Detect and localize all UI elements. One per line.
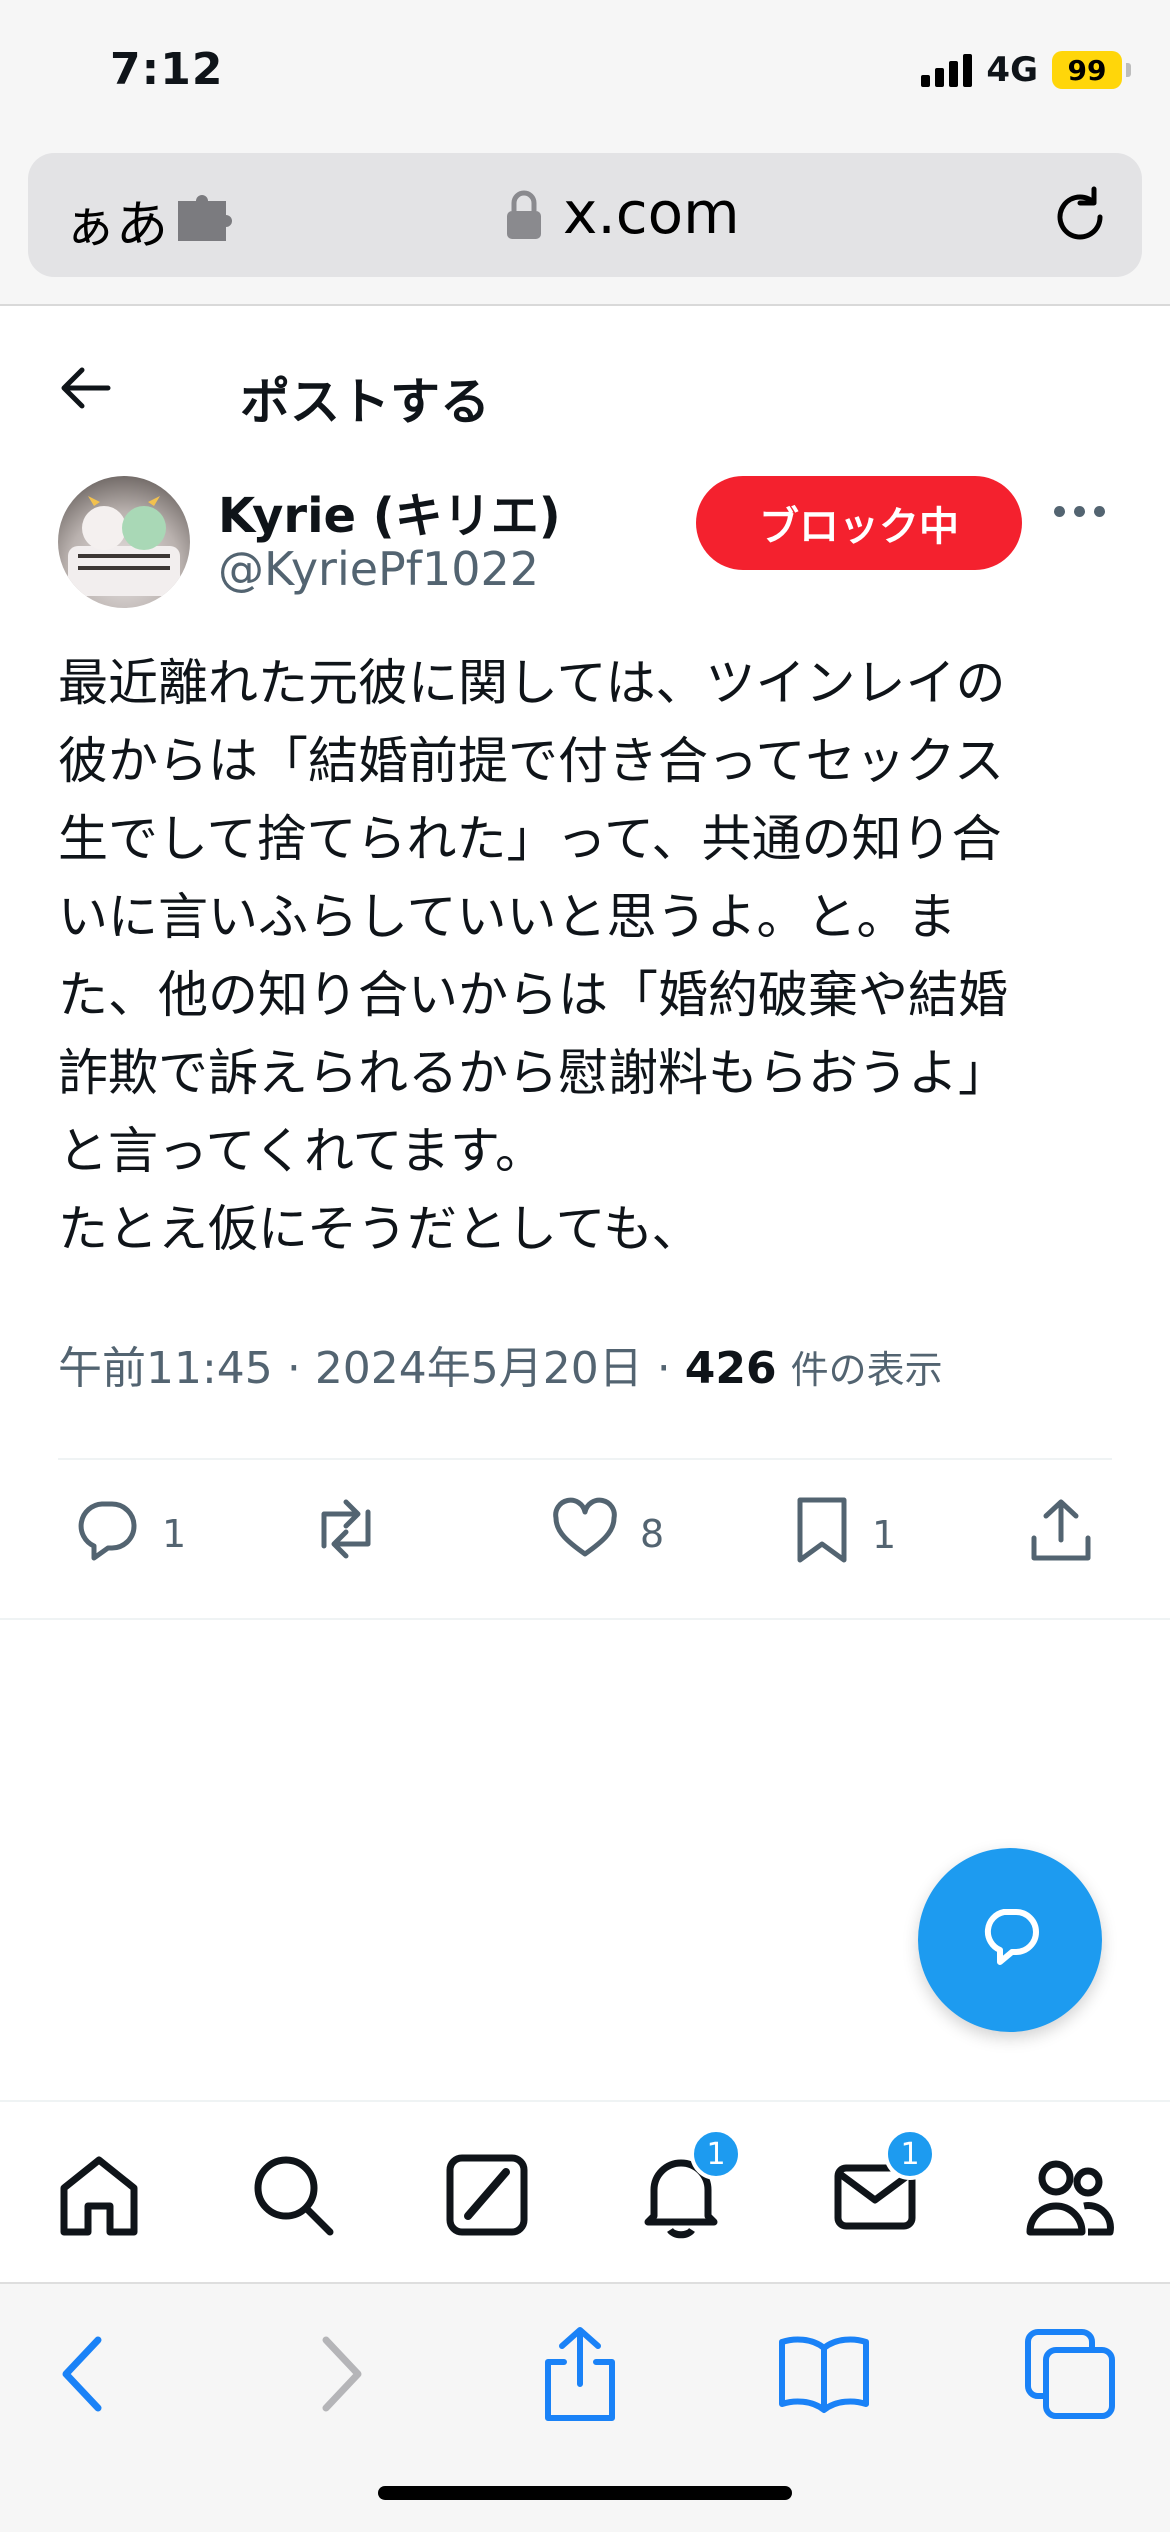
browser-top-chrome: 7:12 4G 99 ぁあ x.com bbox=[0, 0, 1170, 306]
signal-icon bbox=[921, 53, 973, 87]
browser-tabs-button[interactable] bbox=[1020, 2324, 1120, 2424]
post-text-line: た、他の知り合いからは「婚約破棄や結婚 bbox=[58, 966, 1008, 1024]
meta-separator: · bbox=[286, 1343, 301, 1394]
url-text[interactable]: x.com bbox=[563, 179, 740, 247]
chevron-left-icon bbox=[36, 2336, 136, 2428]
browser-share-button[interactable] bbox=[530, 2324, 630, 2424]
bottom-nav: 1 1 bbox=[0, 2100, 1170, 2280]
nav-search[interactable] bbox=[248, 2150, 338, 2240]
post-text-line: たとえ仮にそうだとしても、 bbox=[58, 1200, 702, 1258]
divider bbox=[0, 1618, 1170, 1620]
book-icon bbox=[774, 2336, 874, 2428]
post-text-line: 最近離れた元彼に関しては、ツインレイの bbox=[58, 654, 1006, 712]
bookmark-icon bbox=[792, 1494, 852, 1575]
divider bbox=[58, 1458, 1112, 1460]
home-icon bbox=[54, 2156, 144, 2244]
avatar[interactable] bbox=[58, 476, 190, 608]
post-text-line: 彼からは「結婚前提で付き合ってセックス bbox=[58, 732, 1004, 790]
messages-icon bbox=[830, 2164, 920, 2244]
bookmark-button[interactable]: 1 bbox=[792, 1494, 896, 1575]
nav-grok[interactable] bbox=[442, 2150, 532, 2240]
repost-icon bbox=[308, 1494, 384, 1573]
messages-badge: 1 bbox=[884, 2128, 936, 2180]
grok-icon bbox=[442, 2154, 532, 2244]
network-type: 4G bbox=[986, 50, 1038, 90]
battery-icon: 99 bbox=[1052, 51, 1131, 89]
post-actions: 1 8 1 bbox=[0, 1494, 1170, 1604]
nav-messages[interactable]: 1 bbox=[830, 2128, 936, 2240]
repost-button[interactable] bbox=[308, 1494, 384, 1573]
bookmark-count: 1 bbox=[872, 1512, 897, 1557]
post-time[interactable]: 午前11:45 bbox=[58, 1343, 273, 1394]
nav-communities[interactable] bbox=[1024, 2150, 1114, 2240]
reply-count: 1 bbox=[162, 1511, 187, 1556]
status-time: 7:12 bbox=[110, 44, 224, 95]
view-count-label: 件の表示 bbox=[790, 1348, 943, 1392]
reload-icon[interactable] bbox=[1048, 183, 1112, 251]
post-date[interactable]: 2024年5月20日 bbox=[315, 1343, 643, 1394]
user-name[interactable]: Kyrie (キリエ) bbox=[218, 476, 561, 546]
share-icon bbox=[530, 2327, 630, 2428]
nav-notifications[interactable]: 1 bbox=[636, 2128, 742, 2240]
user-handle[interactable]: @KyriePf1022 bbox=[218, 542, 539, 596]
reply-button[interactable]: 1 bbox=[72, 1494, 186, 1573]
view-count: 426 bbox=[684, 1343, 777, 1394]
communities-icon bbox=[1024, 2160, 1114, 2244]
back-arrow-icon[interactable] bbox=[56, 358, 116, 418]
post-text-line: と言ってくれてます。 bbox=[58, 1122, 545, 1180]
post-meta: 午前11:45 · 2024年5月20日 · 426 件の表示 bbox=[58, 1332, 943, 1396]
tabs-icon bbox=[1020, 2329, 1120, 2428]
browser-bookmarks-button[interactable] bbox=[774, 2324, 874, 2424]
like-button[interactable]: 8 bbox=[550, 1494, 664, 1573]
more-icon[interactable] bbox=[1054, 506, 1105, 517]
blocked-button[interactable]: ブロック中 bbox=[696, 476, 1022, 570]
notifications-icon bbox=[636, 2159, 726, 2244]
nav-home[interactable] bbox=[54, 2150, 144, 2240]
browser-forward-button[interactable] bbox=[288, 2324, 388, 2424]
lock-icon bbox=[504, 189, 544, 245]
like-count: 8 bbox=[640, 1511, 665, 1556]
address-bar[interactable]: ぁあ x.com bbox=[28, 153, 1142, 277]
meta-separator: · bbox=[656, 1343, 671, 1394]
post-text-line: 詐欺で訴えられるから慰謝料もらおうよ」 bbox=[58, 1044, 1008, 1102]
home-indicator bbox=[378, 2486, 792, 2500]
status-indicators: 4G 99 bbox=[921, 50, 1131, 90]
page-title: ポストする bbox=[240, 373, 490, 431]
chevron-right-icon bbox=[288, 2336, 388, 2428]
share-icon bbox=[1028, 1494, 1094, 1573]
like-icon bbox=[550, 1494, 620, 1573]
post-text: 最近離れた元彼に関しては、ツインレイの 彼からは「結婚前提で付き合ってセックス … bbox=[58, 644, 1118, 1268]
compose-button[interactable] bbox=[918, 1848, 1102, 2032]
notifications-badge: 1 bbox=[690, 2128, 742, 2180]
post-text-line: 生でして捨てられた」って、共通の知り合 bbox=[58, 810, 1002, 868]
browser-back-button[interactable] bbox=[36, 2324, 136, 2424]
post-text-line: いに言いふらしていいと思うよ。と。ま bbox=[58, 888, 957, 946]
compose-icon bbox=[970, 1898, 1050, 1982]
reply-icon bbox=[72, 1494, 142, 1573]
search-icon bbox=[248, 2156, 338, 2244]
share-button[interactable] bbox=[1028, 1494, 1094, 1573]
text-size-button[interactable]: ぁあ bbox=[64, 183, 168, 258]
extension-icon[interactable] bbox=[174, 193, 234, 245]
